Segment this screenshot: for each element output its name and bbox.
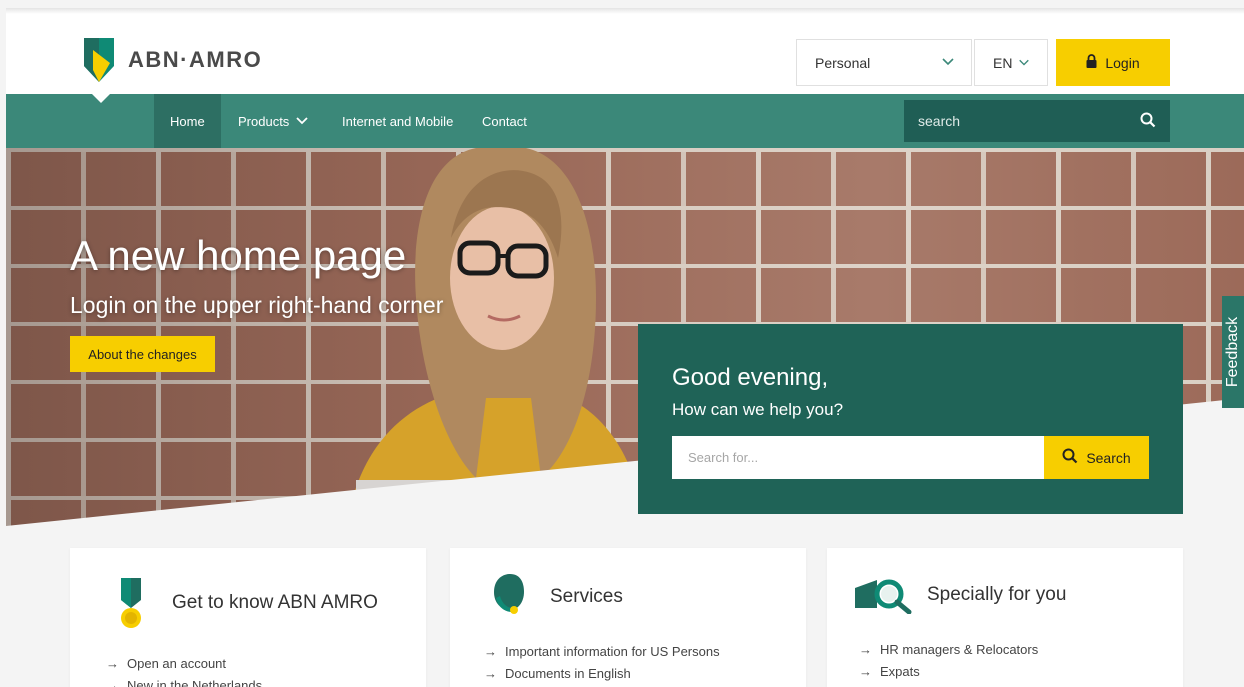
language-select[interactable]: EN (974, 39, 1048, 86)
card-link-list: → HR managers & Relocators → Expats (859, 638, 1038, 682)
card-link-label: Important information for US Persons (505, 643, 720, 659)
card-services: Services → Important information for US P… (450, 548, 806, 687)
brand-logo[interactable]: ABN·AMRO (84, 38, 262, 82)
card-link[interactable]: → Documents in English (484, 662, 720, 684)
card-title: Get to know ABN AMRO (172, 592, 378, 613)
card-link[interactable]: → HR managers & Relocators (859, 638, 1038, 660)
card-link[interactable]: → New in the Netherlands (106, 674, 262, 687)
main-nav: Home Products Internet and Mobile Contac… (6, 93, 1244, 148)
search-icon[interactable] (1140, 112, 1156, 133)
help-search-input[interactable] (672, 436, 1044, 479)
top-header: ABN·AMRO Personal EN Login (6, 8, 1244, 94)
abn-amro-shield-icon (84, 38, 114, 82)
card-link-label: HR managers & Relocators (880, 641, 1039, 657)
medal-icon (118, 578, 144, 635)
advisor-headset-icon (490, 574, 526, 619)
magnifier-icon (855, 578, 913, 619)
nav-item-contact[interactable]: Contact (482, 94, 527, 148)
segment-select[interactable]: Personal (796, 39, 972, 86)
card-title: Specially for you (927, 584, 1067, 605)
header-shadow (6, 8, 1244, 14)
chevron-down-icon (1018, 55, 1030, 71)
greeting-text: Good evening, (672, 364, 829, 391)
hero-title: A new home page (70, 232, 407, 279)
feedback-label: Feedback (1224, 316, 1242, 388)
card-link-label: Open an account (127, 655, 227, 671)
help-search-panel: Good evening, How can we help you? Searc… (638, 324, 1183, 514)
card-link[interactable]: → Open an account (106, 652, 262, 674)
card-link-list: → Open an account → New in the Netherlands (106, 652, 262, 687)
help-search-button[interactable]: Search (1044, 436, 1149, 479)
nav-item-label: Products (238, 113, 290, 129)
card-link[interactable]: → Important information for US Persons (484, 640, 720, 662)
card-link-label: New in the Netherlands (127, 677, 263, 687)
language-value: EN (993, 54, 1013, 71)
card-get-to-know: Get to know ABN AMRO → Open an account → N… (70, 548, 426, 687)
search-icon (1062, 448, 1078, 467)
arrow-right-icon: → (106, 677, 119, 687)
help-question: How can we help you? (672, 400, 844, 419)
nav-item-label: Contact (482, 113, 527, 129)
search-button-label: Search (1086, 449, 1131, 466)
nav-item-label: Internet and Mobile (342, 113, 454, 129)
arrow-right-icon: → (859, 663, 872, 679)
card-specially-for-you: Specially for you → HR managers & Relocat… (827, 548, 1183, 687)
arrow-right-icon: → (106, 655, 119, 671)
nav-item-internet-mobile[interactable]: Internet and Mobile (342, 94, 453, 148)
card-title: Services (550, 586, 623, 607)
nav-search (904, 100, 1170, 142)
nav-item-home[interactable]: Home (154, 94, 221, 148)
login-label: Login (1105, 54, 1140, 71)
hero-subtitle: Login on the upper right-hand corner (70, 292, 444, 318)
card-link[interactable]: → Expats (859, 660, 1038, 682)
chevron-down-icon (296, 114, 308, 129)
nav-item-label: Home (170, 113, 205, 129)
about-changes-button[interactable]: About the changes (70, 336, 215, 372)
chevron-down-icon (941, 54, 955, 71)
arrow-right-icon: → (484, 665, 497, 681)
segment-value: Personal (815, 54, 871, 71)
arrow-right-icon: → (484, 643, 497, 659)
card-link-list: → Important information for US Persons → D… (484, 640, 720, 684)
lock-icon (1086, 54, 1097, 71)
feedback-tab[interactable]: Feedback (1222, 296, 1244, 408)
arrow-right-icon: → (859, 641, 872, 657)
nav-item-products[interactable]: Products (238, 94, 308, 148)
nav-search-input[interactable] (918, 113, 1128, 129)
card-link-label: Documents in English (505, 665, 631, 681)
nav-pointer (91, 93, 111, 103)
brand-name: ABN·AMRO (128, 47, 263, 72)
card-link-label: Expats (880, 663, 920, 679)
login-button[interactable]: Login (1056, 39, 1170, 86)
